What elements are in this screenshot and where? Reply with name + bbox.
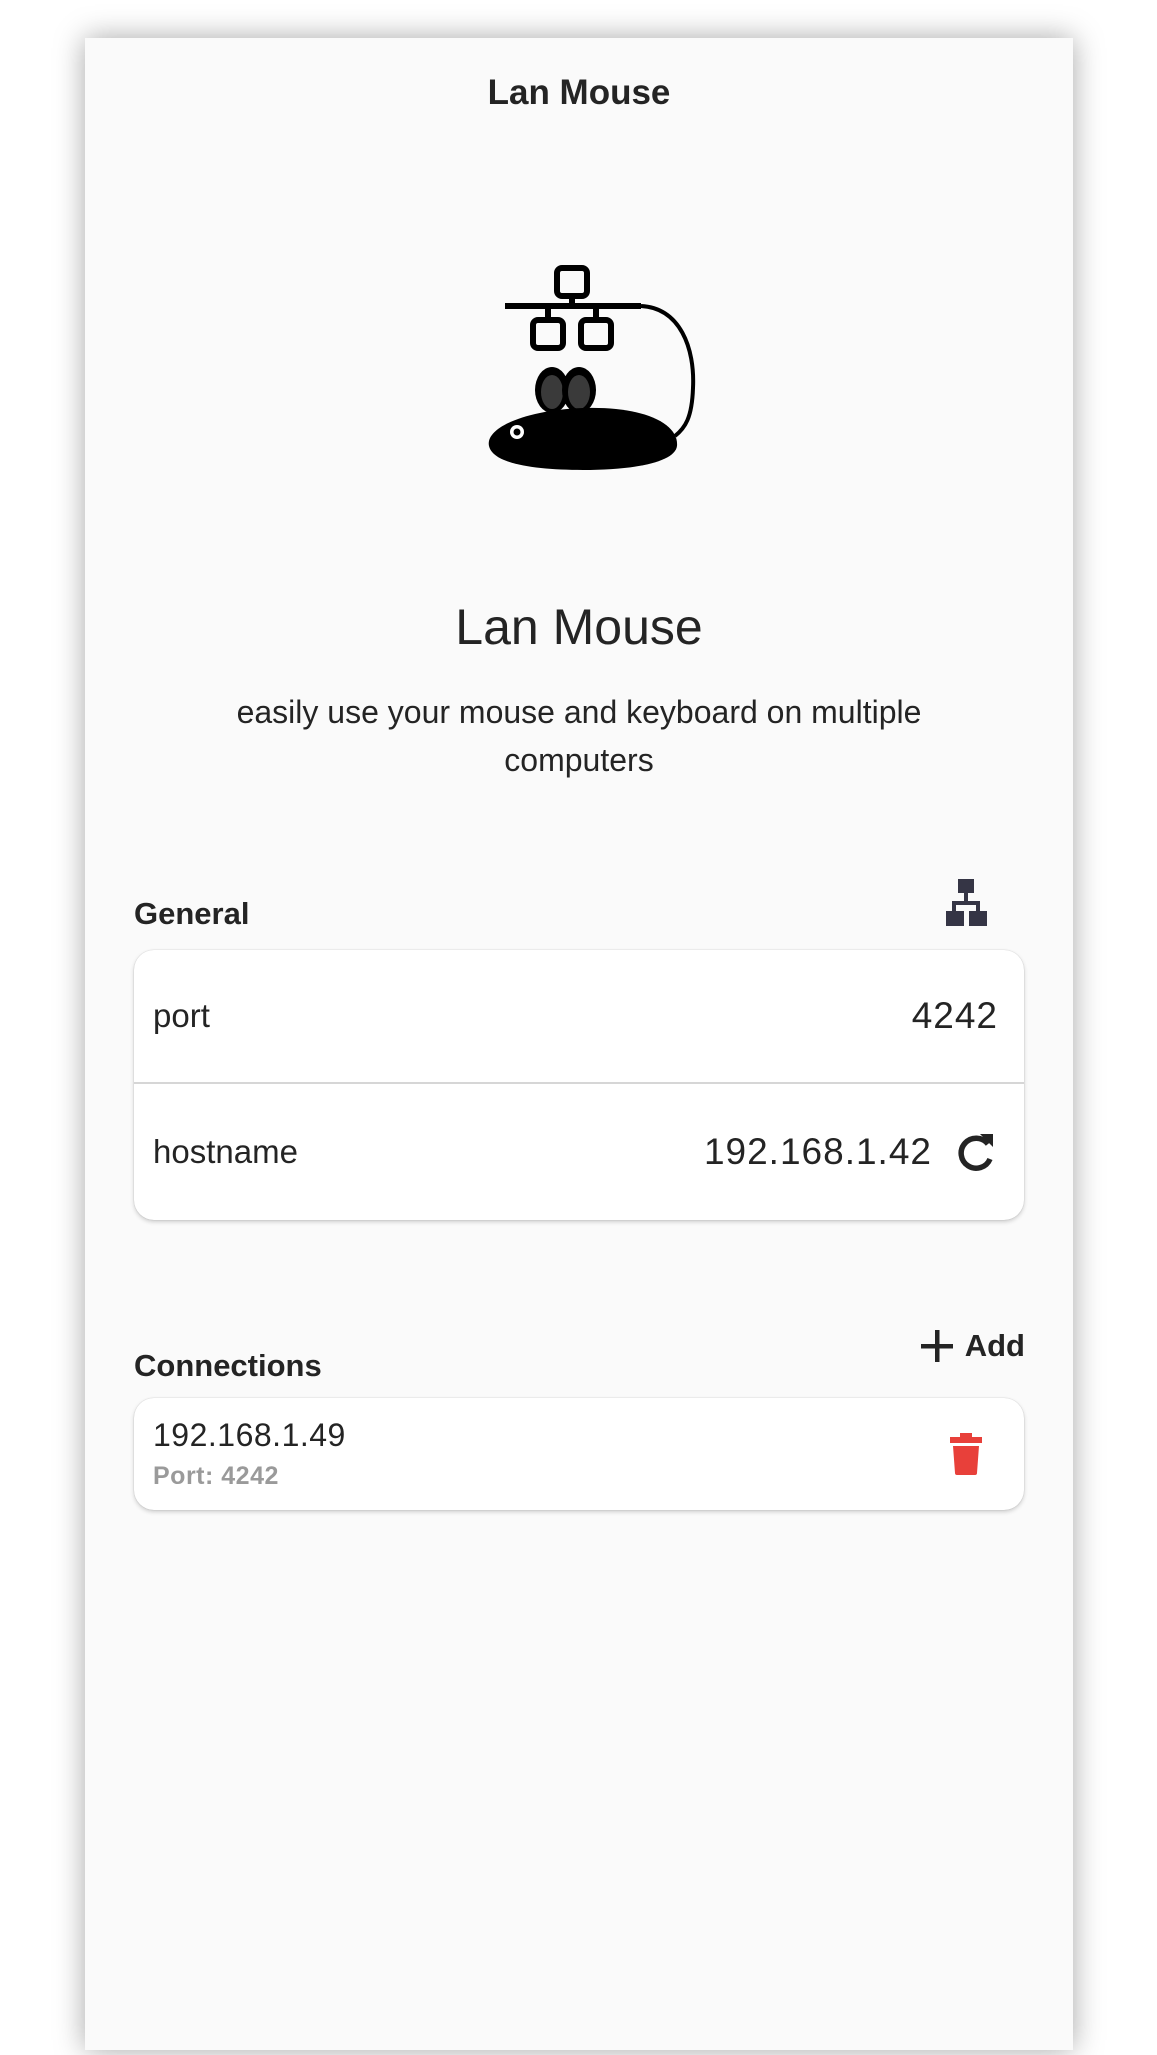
app-window: Lan Mouse Lan Mouse easily use your mous… — [85, 38, 1073, 2050]
connection-port: Port: 4242 — [153, 1462, 279, 1490]
plus-icon — [919, 1328, 955, 1364]
header-bar: Lan Mouse — [85, 38, 1073, 174]
connection-host: 192.168.1.49 — [153, 1417, 346, 1453]
port-label: port — [153, 997, 210, 1034]
connection-details: 192.168.1.49 Port: 4242 — [153, 1417, 944, 1491]
hostname-value: 192.168.1.42 — [703, 1131, 932, 1172]
add-label: Add — [964, 1328, 1025, 1363]
general-settings-card: port 4242 hostname 192.168.1.42 — [134, 950, 1024, 1220]
add-connection-button[interactable]: Add — [919, 1321, 1025, 1371]
trash-icon[interactable] — [944, 1428, 988, 1480]
port-value[interactable]: 4242 — [912, 995, 998, 1037]
app-tagline: easily use your mouse and keyboard on mu… — [236, 694, 922, 778]
connections-card: 192.168.1.49 Port: 4242 — [134, 1398, 1024, 1510]
window-title: Lan Mouse — [487, 73, 671, 112]
refresh-icon[interactable] — [954, 1130, 998, 1174]
general-section-title: General — [134, 896, 250, 931]
hostname-label: hostname — [153, 1133, 298, 1170]
app-name: Lan Mouse — [455, 599, 703, 655]
network-icon[interactable] — [942, 876, 990, 928]
hostname-row: hostname 192.168.1.42 — [134, 1084, 1024, 1220]
connections-section-title: Connections — [134, 1348, 322, 1383]
lan-mouse-logo-icon — [488, 265, 696, 470]
port-row: port 4242 — [134, 950, 1024, 1082]
list-item[interactable]: 192.168.1.49 Port: 4242 — [134, 1398, 1024, 1510]
